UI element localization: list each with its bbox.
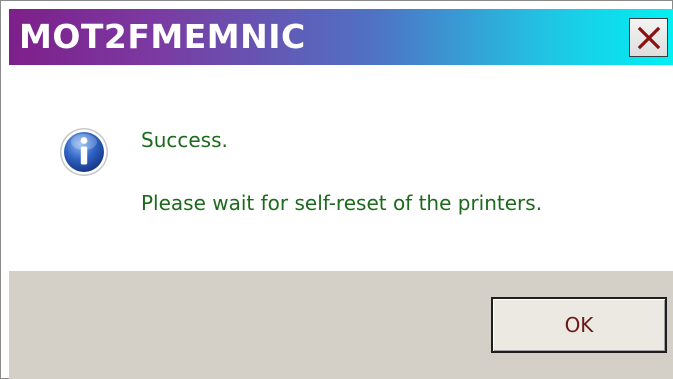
title-bar[interactable]: MOT2FMEMNIC (9, 9, 673, 65)
close-button[interactable] (629, 18, 668, 57)
success-message: Success. (141, 128, 228, 152)
info-icon (58, 126, 110, 178)
wait-message: Please wait for self-reset of the printe… (141, 191, 543, 215)
close-icon (637, 26, 661, 50)
ok-button[interactable]: OK (491, 297, 667, 353)
window-title: MOT2FMEMNIC (19, 17, 306, 56)
message-dialog: MOT2FMEMNIC Success. Please wait for sel… (0, 0, 673, 379)
